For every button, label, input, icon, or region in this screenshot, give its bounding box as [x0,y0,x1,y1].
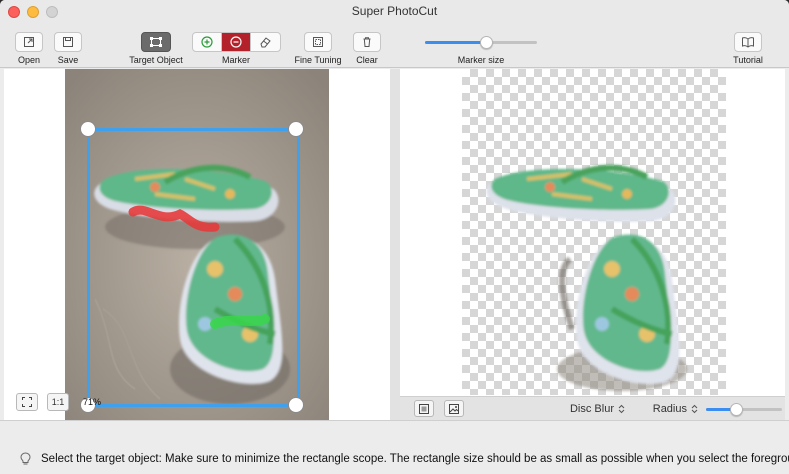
cutout-result [486,164,687,391]
marker-size-label: Marker size [457,55,505,65]
fit-screen-button[interactable] [16,393,38,411]
marker-segmented-control [192,32,281,52]
fine-tuning-button[interactable] [304,32,332,52]
save-icon [63,37,73,47]
image-icon [449,403,459,414]
clear-label: Clear [356,55,378,65]
open-icon [24,37,34,47]
fill-background-icon [419,403,429,414]
marker-size-knob[interactable] [480,36,494,49]
save-button[interactable] [54,32,82,52]
background-image-button[interactable] [444,400,464,417]
open-button[interactable] [15,32,43,52]
tutorial-button[interactable] [734,32,762,52]
fit-screen-icon [22,397,32,407]
lightbulb-icon [20,452,31,465]
marker-label: Marker [221,55,250,65]
status-hint-text: Select the target object: Make sure to m… [41,453,789,465]
tutorial-label: Tutorial [733,55,763,65]
selection-handle-top-right[interactable] [288,121,304,137]
toolbar: Open Save Target Object Marker Fine Tuni… [0,24,789,68]
eraser-button[interactable] [251,33,280,51]
actual-size-button[interactable]: 1:1 [47,393,69,411]
close-window-button[interactable] [8,6,20,18]
radius-label: Radius [652,402,687,415]
zoom-percent-label: 71% [83,397,102,407]
plus-circle-icon [201,36,213,48]
zoom-window-button[interactable] [46,6,58,18]
app-window: Super PhotoCut Open Save Target Object M… [0,0,789,474]
book-icon [742,37,754,48]
target-object-label: Target Object [129,55,183,65]
marker-size-fill [425,41,487,44]
result-preview-pane[interactable] [400,69,785,420]
blur-mode-value: Disc Blur [569,402,614,415]
selection-rectangle[interactable] [87,128,300,407]
window-title: Super PhotoCut [351,4,438,18]
radius-select[interactable]: Radius [640,400,698,417]
marker-size-slider[interactable] [425,36,537,49]
updown-chevron-icon [618,404,625,413]
clear-button[interactable] [353,32,381,52]
status-bar: Select the target object: Make sure to m… [0,420,789,474]
pane-divider[interactable] [390,69,400,420]
add-marker-button[interactable] [193,33,222,51]
background-fill-button[interactable] [414,400,434,417]
updown-chevron-icon [691,404,698,413]
selection-handle-bottom-right[interactable] [288,397,304,413]
fine-tuning-icon [313,37,323,47]
radius-slider[interactable] [706,403,782,416]
blur-mode-select[interactable]: Disc Blur [535,400,625,417]
title-bar[interactable]: Super PhotoCut [0,0,789,24]
fine-tuning-label: Fine Tuning [294,55,342,65]
minus-circle-icon [230,36,242,48]
save-label: Save [57,55,79,65]
remove-marker-button[interactable] [222,33,251,51]
eraser-icon [260,37,271,48]
minimize-window-button[interactable] [27,6,39,18]
selection-handle-top-left[interactable] [80,121,96,137]
target-object-button[interactable] [141,32,171,52]
target-rectangle-icon [150,37,162,47]
trash-icon [363,37,371,47]
radius-knob[interactable] [729,403,743,416]
source-image-pane[interactable]: 1:1 71% [4,69,390,420]
open-label: Open [17,55,41,65]
preview-controls-bar: Disc Blur Radius [400,396,785,420]
